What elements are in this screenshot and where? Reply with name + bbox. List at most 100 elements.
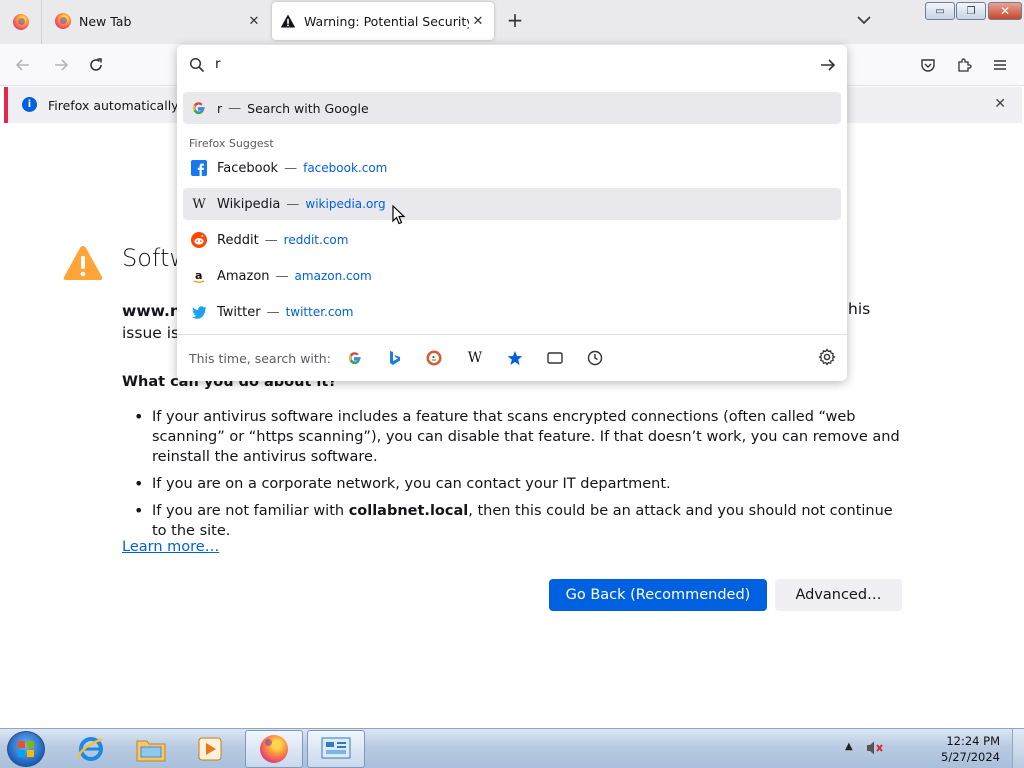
go-back-button[interactable]: Go Back (Recommended) (549, 579, 767, 611)
notification-close-icon[interactable]: ✕ (994, 96, 1006, 112)
suggestion-separator: — (286, 196, 300, 212)
control-panel-icon (321, 737, 351, 759)
tab-strip: New Tab ✕ Warning: Potential Security Ri… (0, 0, 1024, 44)
go-arrow-icon[interactable] (819, 56, 837, 74)
minimize-button[interactable]: ▭ (925, 2, 955, 20)
suggestion-title: Wikipedia (217, 196, 281, 212)
domain-name: collabnet.local (348, 503, 469, 519)
system-clock[interactable]: 12:24 PM 5/27/2024 (930, 733, 1000, 765)
svg-text:a: a (195, 269, 202, 282)
extensions-button[interactable] (953, 54, 975, 76)
arrow-right-icon (55, 59, 69, 71)
suggestion-facebook[interactable]: Facebook — facebook.com (183, 152, 841, 184)
reddit-icon (191, 232, 207, 248)
close-window-button[interactable]: ✕ (988, 2, 1022, 20)
clock-date: 5/27/2024 (941, 750, 1000, 764)
taskbar: ▲ 12:24 PM 5/27/2024 (0, 728, 1024, 768)
star-icon (507, 351, 523, 365)
reload-button[interactable] (85, 54, 107, 76)
suggestion-amazon[interactable]: a Amazon — amazon.com (183, 260, 841, 292)
show-desktop-button[interactable] (1012, 729, 1024, 768)
suggestion-wikipedia[interactable]: W Wikipedia — wikipedia.org (183, 188, 841, 220)
chevron-down-icon (857, 16, 871, 25)
search-history-button[interactable] (585, 348, 605, 368)
start-button[interactable] (7, 731, 45, 767)
advice-list: If your antivirus software includes a fe… (130, 407, 900, 548)
clock-time: 12:24 PM (946, 734, 1000, 748)
search-engine-bing-button[interactable] (385, 348, 405, 368)
show-hidden-icons-button[interactable]: ▲ (845, 741, 853, 752)
suggestion-title: Reddit (217, 232, 259, 248)
suggestion-title: Amazon (217, 268, 270, 284)
suggestion-action: Search with Google (247, 100, 369, 116)
hamburger-menu-icon (994, 60, 1006, 70)
suggestion-url: twitter.com (285, 305, 354, 319)
back-button[interactable] (12, 54, 34, 76)
url-input[interactable]: r (215, 56, 221, 72)
volume-muted-icon[interactable] (866, 740, 884, 756)
suggestion-separator: — (228, 100, 242, 116)
suggestion-url: wikipedia.org (305, 197, 386, 211)
gear-icon (818, 348, 836, 366)
pinned-tab[interactable] (0, 0, 42, 44)
url-input-row[interactable]: r (177, 45, 847, 85)
mouse-cursor-icon (392, 205, 406, 225)
search-engine-google-button[interactable] (345, 348, 365, 368)
taskbar-file-explorer[interactable] (122, 730, 180, 768)
search-icon (189, 57, 205, 73)
url-bar-dropdown: r r — Search with Google Firefox Suggest… (177, 45, 847, 381)
list-all-tabs-button[interactable] (856, 12, 872, 30)
tab-close-icon[interactable]: ✕ (470, 13, 486, 29)
wikipedia-icon: W (467, 350, 483, 366)
pocket-button[interactable] (917, 54, 939, 76)
list-item: If you are not familiar with collabnet.l… (130, 501, 900, 541)
duckduckgo-icon (426, 350, 442, 366)
search-engine-wikipedia-button[interactable]: W (465, 348, 485, 368)
tab-title: New Tab (79, 13, 132, 29)
taskbar-control-panel[interactable] (307, 730, 365, 768)
suggestion-reddit[interactable]: Reddit — reddit.com (183, 224, 841, 256)
suggestion-separator: — (275, 268, 289, 284)
search-tabs-button[interactable] (545, 348, 565, 368)
arrow-left-icon (15, 59, 29, 71)
forward-button[interactable] (50, 54, 72, 76)
folder-icon (136, 740, 166, 762)
google-icon (191, 100, 207, 116)
search-engine-duckduckgo-button[interactable] (424, 348, 444, 368)
tab-title: Warning: Potential Security Risk (304, 13, 469, 29)
search-settings-button[interactable] (818, 348, 836, 366)
app-menu-button[interactable] (989, 54, 1011, 76)
suggestion-twitter[interactable]: Twitter — twitter.com (183, 296, 841, 328)
suggestion-url: reddit.com (283, 233, 349, 247)
suggestion-separator: — (284, 160, 298, 176)
new-tab-button[interactable]: + (505, 10, 525, 31)
twitter-icon (191, 304, 207, 320)
learn-more-link[interactable]: Learn more… (122, 539, 219, 555)
tab-new-tab[interactable]: New Tab ✕ (44, 2, 270, 40)
taskbar-firefox[interactable] (245, 730, 303, 768)
maximize-button[interactable]: ❐ (956, 2, 986, 20)
tab-security-warning[interactable]: Warning: Potential Security Risk ✕ (272, 2, 494, 40)
divider (177, 334, 847, 335)
pocket-icon (921, 59, 935, 72)
firefox-suggest-label: Firefox Suggest (189, 137, 274, 150)
tab-close-icon[interactable]: ✕ (246, 13, 262, 29)
warning-icon (63, 246, 103, 280)
list-item: If your antivirus software includes a fe… (130, 407, 900, 467)
google-icon (348, 352, 361, 365)
suggestion-term: r (217, 100, 223, 116)
suggestion-separator: — (264, 232, 278, 248)
firefox-icon (260, 735, 288, 763)
internet-explorer-icon (77, 737, 103, 761)
error-intro-tail: his (848, 300, 871, 318)
advanced-button[interactable]: Advanced… (775, 579, 902, 611)
search-bookmarks-button[interactable] (505, 348, 525, 368)
puzzle-piece-icon (958, 58, 972, 72)
warning-icon (280, 14, 296, 28)
suggestion-url: amazon.com (294, 269, 372, 283)
facebook-icon (191, 160, 207, 176)
taskbar-internet-explorer[interactable] (62, 730, 120, 768)
info-icon: i (22, 97, 37, 112)
taskbar-media-player[interactable] (182, 730, 240, 768)
search-suggestion-google[interactable]: r — Search with Google (183, 92, 841, 124)
